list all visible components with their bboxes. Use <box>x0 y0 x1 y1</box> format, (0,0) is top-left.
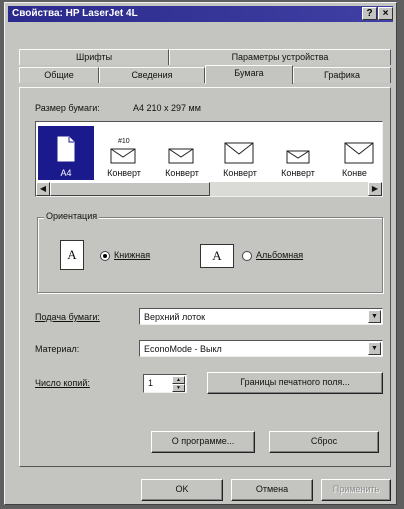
spin-down-icon[interactable]: ▼ <box>172 384 185 392</box>
reset-button[interactable]: Сброс <box>269 431 379 453</box>
paper-size-label: Размер бумаги: <box>35 103 100 113</box>
copies-label: Число копий: <box>35 378 90 388</box>
apply-button[interactable]: Применить <box>321 479 391 501</box>
paper-item-envelope[interactable]: Конверт <box>270 126 326 180</box>
paper-item-envelope[interactable]: Конверт <box>212 126 268 180</box>
title-bar: Свойства: HP LaserJet 4L ? × <box>8 6 393 22</box>
paper-item-label: Конве <box>342 168 367 178</box>
tab-paper[interactable]: Бумага <box>205 65 293 84</box>
orientation-group: Ориентация A Книжная A Альбомная <box>37 211 383 293</box>
media-select[interactable]: EconoMode - Выкл ▼ <box>139 340 383 357</box>
help-button[interactable]: ? <box>362 7 377 20</box>
envelope-number-badge: #10 <box>118 138 130 145</box>
paper-source-label: Подача бумаги: <box>35 312 100 322</box>
paper-item-label: Конверт <box>281 168 315 178</box>
media-value: EconoMode - Выкл <box>144 344 222 354</box>
scroll-thumb[interactable] <box>50 182 210 196</box>
paper-item-a4[interactable]: A4 <box>38 126 94 180</box>
paper-item-envelope[interactable]: Конверт <box>154 126 210 180</box>
chevron-down-icon[interactable]: ▼ <box>368 342 381 355</box>
scroll-right-icon[interactable]: ▶ <box>368 182 382 196</box>
paper-size-value: A4 210 x 297 мм <box>133 103 201 113</box>
tab-device-options[interactable]: Параметры устройства <box>169 49 391 65</box>
paper-item-label: Конверт <box>165 168 199 178</box>
landscape-radio[interactable] <box>242 251 252 261</box>
orientation-title: Ориентация <box>44 211 100 221</box>
media-label: Материал: <box>35 344 80 354</box>
paper-size-list[interactable]: A4 #10 Конверт Конверт Конверт Конверт К… <box>35 121 383 197</box>
page-icon <box>57 136 75 162</box>
copies-value[interactable]: 1 <box>148 378 153 388</box>
portrait-icon: A <box>60 240 84 270</box>
paper-item-label: Конверт <box>107 168 141 178</box>
paper-item-envelope[interactable]: Конве <box>328 126 382 180</box>
paper-list-scrollbar[interactable]: ◀ ▶ <box>36 182 382 196</box>
tab-details[interactable]: Сведения <box>99 67 205 83</box>
ok-button[interactable]: OK <box>141 479 223 501</box>
spin-up-icon[interactable]: ▲ <box>172 376 185 384</box>
paper-source-value: Верхний лоток <box>144 312 206 322</box>
tab-general[interactable]: Общие <box>19 67 99 83</box>
paper-item-label: Конверт <box>223 168 257 178</box>
unprintable-area-button[interactable]: Границы печатного поля... <box>207 372 383 394</box>
portrait-label[interactable]: Книжная <box>114 250 150 260</box>
scroll-left-icon[interactable]: ◀ <box>36 182 50 196</box>
paper-item-label: A4 <box>60 168 72 178</box>
about-button[interactable]: О программе... <box>151 431 255 453</box>
envelope-icon <box>286 150 310 164</box>
landscape-icon: A <box>200 244 234 268</box>
tab-graphics[interactable]: Графика <box>293 67 391 83</box>
envelope-icon <box>110 148 136 164</box>
envelope-icon <box>344 142 374 164</box>
printer-properties-dialog: Свойства: HP LaserJet 4L ? × Шрифты Пара… <box>4 2 397 505</box>
copies-stepper[interactable]: 1 ▲ ▼ <box>143 374 187 393</box>
portrait-radio[interactable] <box>100 251 110 261</box>
tab-fonts[interactable]: Шрифты <box>19 49 169 65</box>
envelope-icon <box>168 148 194 164</box>
close-button[interactable]: × <box>378 7 393 20</box>
cancel-button[interactable]: Отмена <box>231 479 313 501</box>
chevron-down-icon[interactable]: ▼ <box>368 310 381 323</box>
window-title: Свойства: HP LaserJet 4L <box>12 8 138 19</box>
paper-item-envelope-10[interactable]: #10 Конверт <box>96 126 152 180</box>
paper-source-select[interactable]: Верхний лоток ▼ <box>139 308 383 325</box>
landscape-label[interactable]: Альбомная <box>256 250 303 260</box>
envelope-icon <box>224 142 254 164</box>
